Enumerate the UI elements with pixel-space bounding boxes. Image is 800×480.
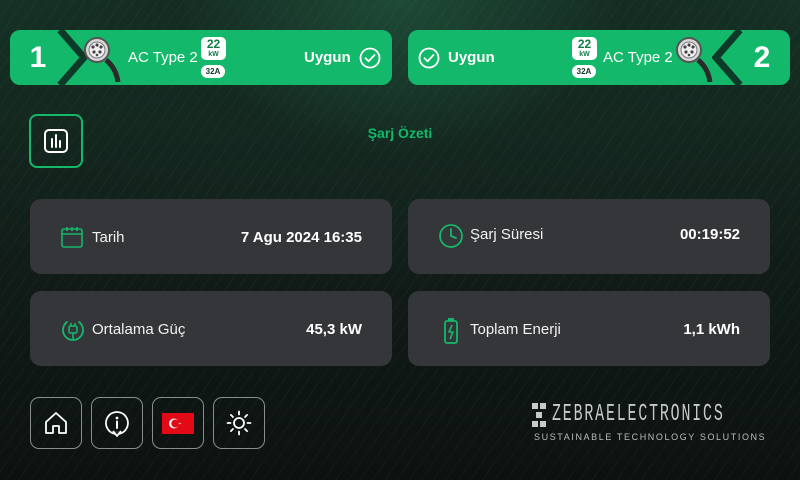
average-power-label: Ortalama Güç <box>92 321 186 338</box>
total-energy-value: 1,1 kWh <box>683 321 740 338</box>
logo-tagline: SUSTAINABLE TECHNOLOGY SOLUTIONS <box>534 432 767 442</box>
charge-summary-button[interactable] <box>29 114 83 168</box>
battery-icon <box>444 318 458 344</box>
info-button[interactable] <box>91 397 143 449</box>
check-circle-icon <box>418 47 440 69</box>
home-icon <box>45 412 67 434</box>
zebra-electronics-logo: ZEBRAELECTRONICS SUSTAINABLE TECHNOLOGY … <box>532 401 772 445</box>
average-power-card: Ortalama Güç 45,3 kW <box>30 291 392 366</box>
turkey-flag-icon <box>162 412 194 434</box>
connector-type-label: AC Type 2 <box>603 49 673 66</box>
duration-value: 00:19:52 <box>679 226 740 243</box>
total-energy-label: Toplam Enerji <box>470 321 561 338</box>
duration-card: Şarj Süresi 00:19:52 <box>408 199 770 274</box>
connector-number: 2 <box>753 41 771 74</box>
logo-brand-text: ZEBRAELECTRONICS <box>552 401 725 428</box>
calendar-icon <box>61 227 83 248</box>
connector-type-label: AC Type 2 <box>128 49 198 66</box>
power-rating-badge: 22 kW <box>572 37 597 60</box>
power-rating-badge: 22 kW <box>201 37 226 60</box>
power-unit: kW <box>579 51 590 58</box>
connector-1-bar[interactable]: 1 AC Type 2 22 kW 32A Uygun <box>10 30 392 85</box>
average-power-value: 45,3 kW <box>306 321 362 338</box>
zebra-logo-icon <box>532 403 546 427</box>
connector-status: Uygun <box>448 49 495 66</box>
connector-status: Uygun <box>304 49 351 66</box>
brightness-icon <box>226 410 252 436</box>
power-unit: kW <box>208 51 219 58</box>
clock-icon <box>439 224 463 248</box>
info-icon <box>105 411 129 437</box>
power-value: 22 <box>577 37 592 51</box>
home-button[interactable] <box>30 397 82 449</box>
brightness-button[interactable] <box>213 397 265 449</box>
date-label: Tarih <box>92 229 125 246</box>
total-energy-card: Toplam Enerji 1,1 kWh <box>408 291 770 366</box>
ev-plug-icon <box>84 37 121 82</box>
date-value: 7 Agu 2024 16:35 <box>240 229 362 246</box>
page-title: Şarj Özeti <box>367 125 433 141</box>
duration-label: Şarj Süresi <box>470 226 544 243</box>
bar-chart-icon <box>44 129 68 153</box>
power-value: 22 <box>206 37 221 51</box>
power-plug-icon <box>62 321 84 341</box>
current-badge: 32A <box>201 65 225 78</box>
date-card: Tarih 7 Agu 2024 16:35 <box>30 199 392 274</box>
check-circle-icon <box>359 47 381 69</box>
current-badge: 32A <box>572 65 596 78</box>
language-button[interactable] <box>152 397 204 449</box>
connector-2-bar[interactable]: Uygun 22 kW 32A AC Type 2 2 <box>408 30 790 85</box>
